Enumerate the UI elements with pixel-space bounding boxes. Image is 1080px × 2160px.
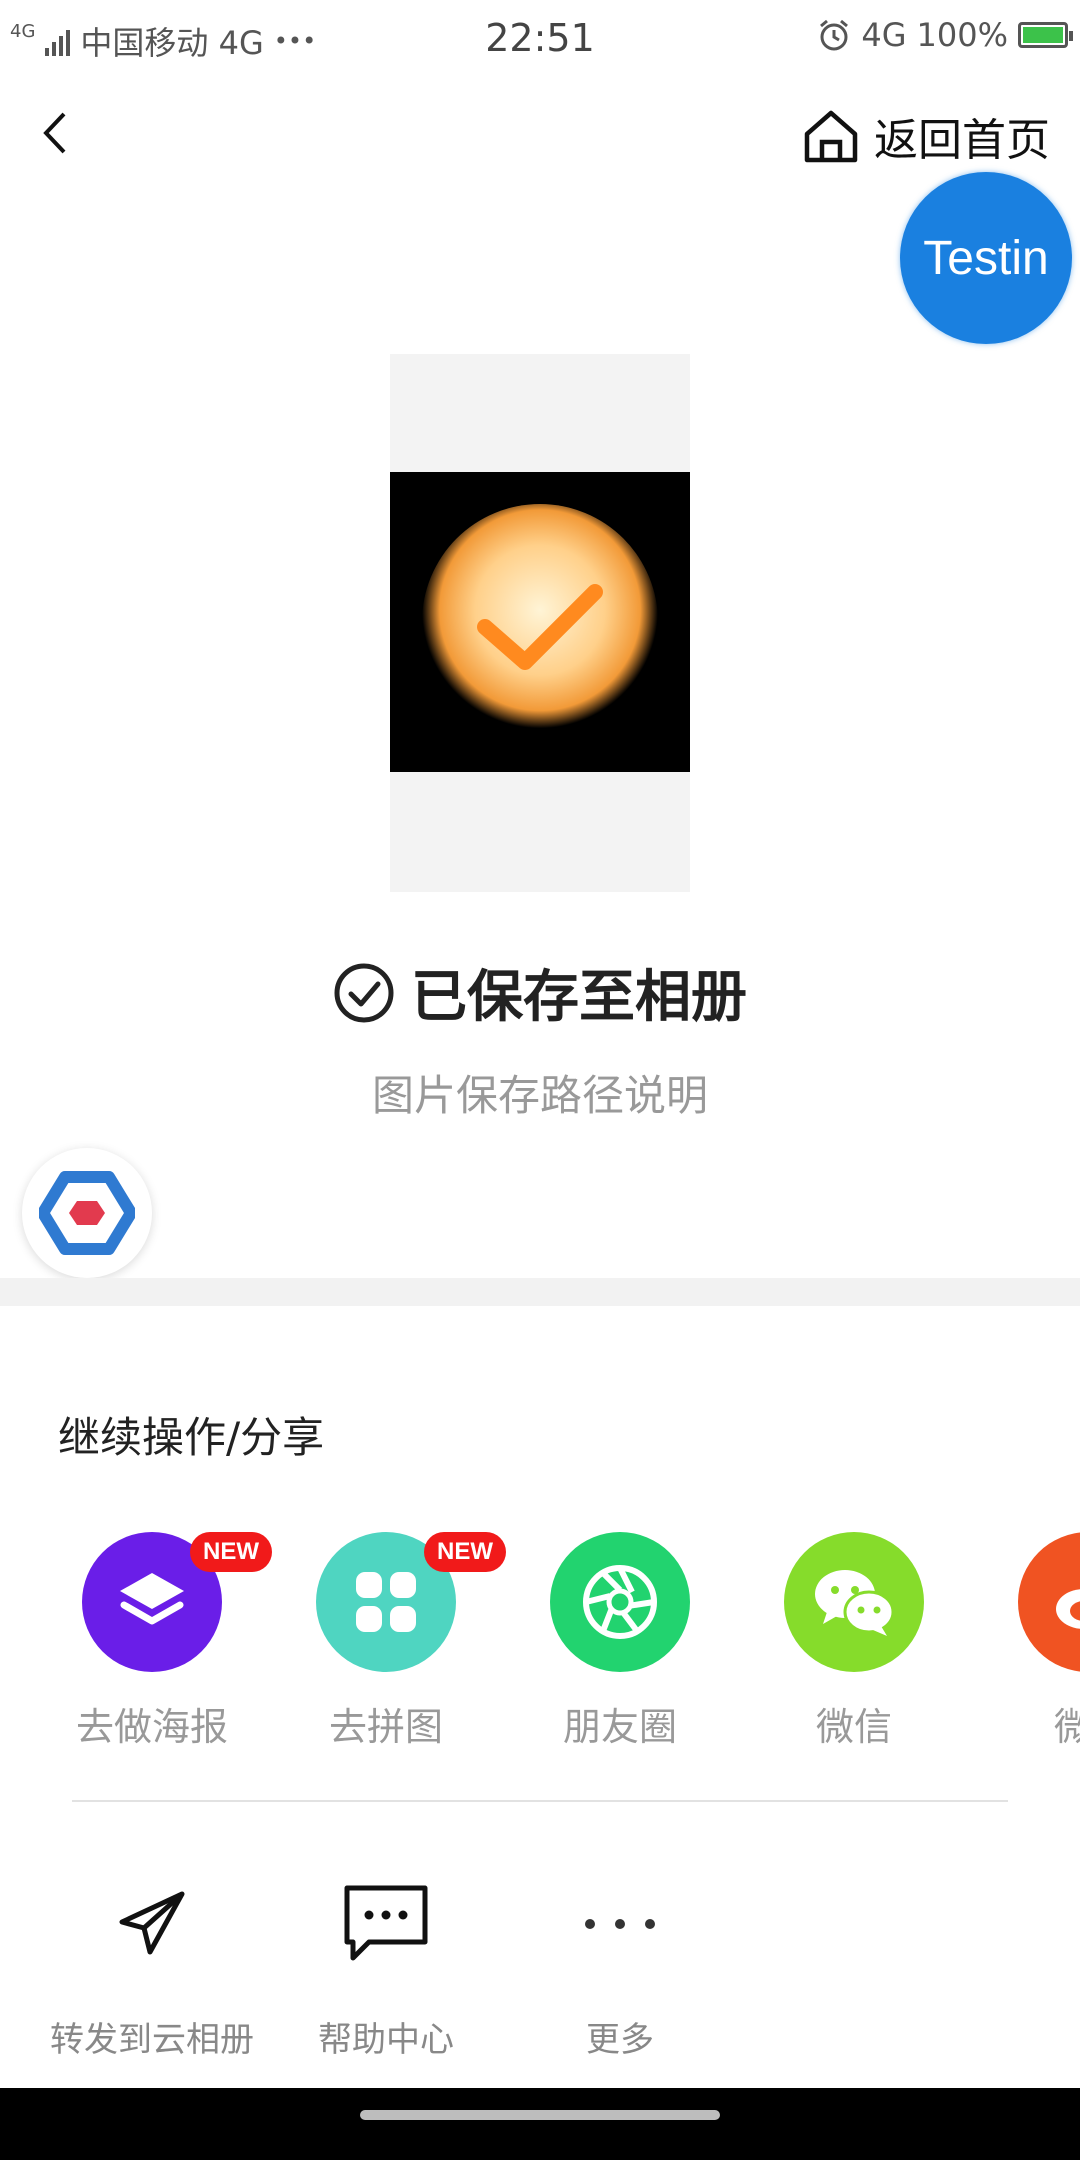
share-moments-button[interactable]: 朋友圈 xyxy=(520,1532,720,1751)
back-button[interactable] xyxy=(34,106,78,160)
chat-icon-wrap xyxy=(338,1876,434,1972)
share-label: 去拼图 xyxy=(328,1705,443,1749)
layers-icon xyxy=(120,1573,184,1625)
wechat-circle xyxy=(784,1532,924,1672)
weibo-circle xyxy=(1018,1532,1080,1672)
home-gesture-bar[interactable] xyxy=(360,2110,720,2120)
wechat-icon xyxy=(815,1570,895,1636)
share-section-title: 继续操作/分享 xyxy=(58,1413,325,1462)
share-weibo-button[interactable]: 微 xyxy=(988,1532,1080,1751)
hexagon-logo-icon xyxy=(39,1171,135,1255)
send-icon xyxy=(119,1891,185,1955)
floating-logo-button[interactable] xyxy=(22,1148,152,1278)
forward-cloud-album-button[interactable]: 转发到云相册 xyxy=(22,1876,282,2061)
new-badge: NEW xyxy=(424,1532,506,1572)
new-badge: NEW xyxy=(190,1532,272,1572)
share-options: NEW 去做海报 NEW 去拼图 朋友圈 微信 微 xyxy=(0,1532,1080,1752)
send-icon-wrap xyxy=(104,1876,200,1972)
poster-circle: NEW xyxy=(82,1532,272,1672)
aperture-icon xyxy=(583,1565,657,1639)
share-label: 朋友圈 xyxy=(562,1705,677,1749)
saved-title: 已保存至相册 xyxy=(411,965,747,1030)
network-label: 4G xyxy=(861,16,907,54)
more-button[interactable]: 更多 xyxy=(490,1876,750,2061)
collage-circle: NEW xyxy=(316,1532,506,1672)
home-icon xyxy=(804,110,858,163)
check-circle-icon xyxy=(334,963,394,1022)
section-separator xyxy=(0,1278,1080,1306)
help-center-button[interactable]: 帮助中心 xyxy=(256,1876,516,2061)
alarm-icon xyxy=(820,19,849,51)
saved-status: 已保存至相册 xyxy=(0,952,1080,1033)
share-poster-button[interactable]: NEW 去做海报 xyxy=(52,1532,272,1751)
divider xyxy=(72,1800,1008,1802)
saved-image-graphic xyxy=(422,504,658,740)
testin-float-button[interactable]: Testin xyxy=(900,172,1072,344)
save-path-link[interactable]: 图片保存路径说明 xyxy=(0,1062,1080,1123)
moments-circle xyxy=(550,1532,690,1672)
home-label: 返回首页 xyxy=(874,115,1050,166)
home-button[interactable]: 返回首页 xyxy=(802,104,1050,168)
image-preview xyxy=(390,354,690,892)
battery-icon xyxy=(1018,22,1073,48)
action-label: 转发到云相册 xyxy=(50,2020,254,2060)
share-collage-button[interactable]: NEW 去拼图 xyxy=(286,1532,506,1751)
action-label: 帮助中心 xyxy=(318,2020,454,2060)
battery-percent: 100% xyxy=(916,16,1008,54)
chevron-left-icon xyxy=(43,112,66,154)
chat-help-icon xyxy=(344,1885,428,1961)
grid-icon xyxy=(356,1572,416,1632)
weibo-icon xyxy=(1056,1589,1080,1629)
share-wechat-button[interactable]: 微信 xyxy=(754,1532,954,1751)
share-label: 去做海报 xyxy=(75,1705,228,1749)
more-icon xyxy=(585,1919,655,1929)
share-label: 微信 xyxy=(815,1705,892,1749)
preview-image xyxy=(390,472,690,772)
more-icon-wrap xyxy=(572,1876,668,1972)
system-nav-bar xyxy=(0,2088,1080,2160)
action-label: 更多 xyxy=(586,2020,654,2060)
status-bar: 4G 中国移动 4G ••• 22:51 4G 100% xyxy=(0,0,1080,76)
share-label: 微 xyxy=(1054,1705,1080,1749)
status-right: 4G 100% xyxy=(817,16,1073,54)
save-success-screen: 4G 中国移动 4G ••• 22:51 4G 100% 返回首页 Testin… xyxy=(0,0,1080,2160)
